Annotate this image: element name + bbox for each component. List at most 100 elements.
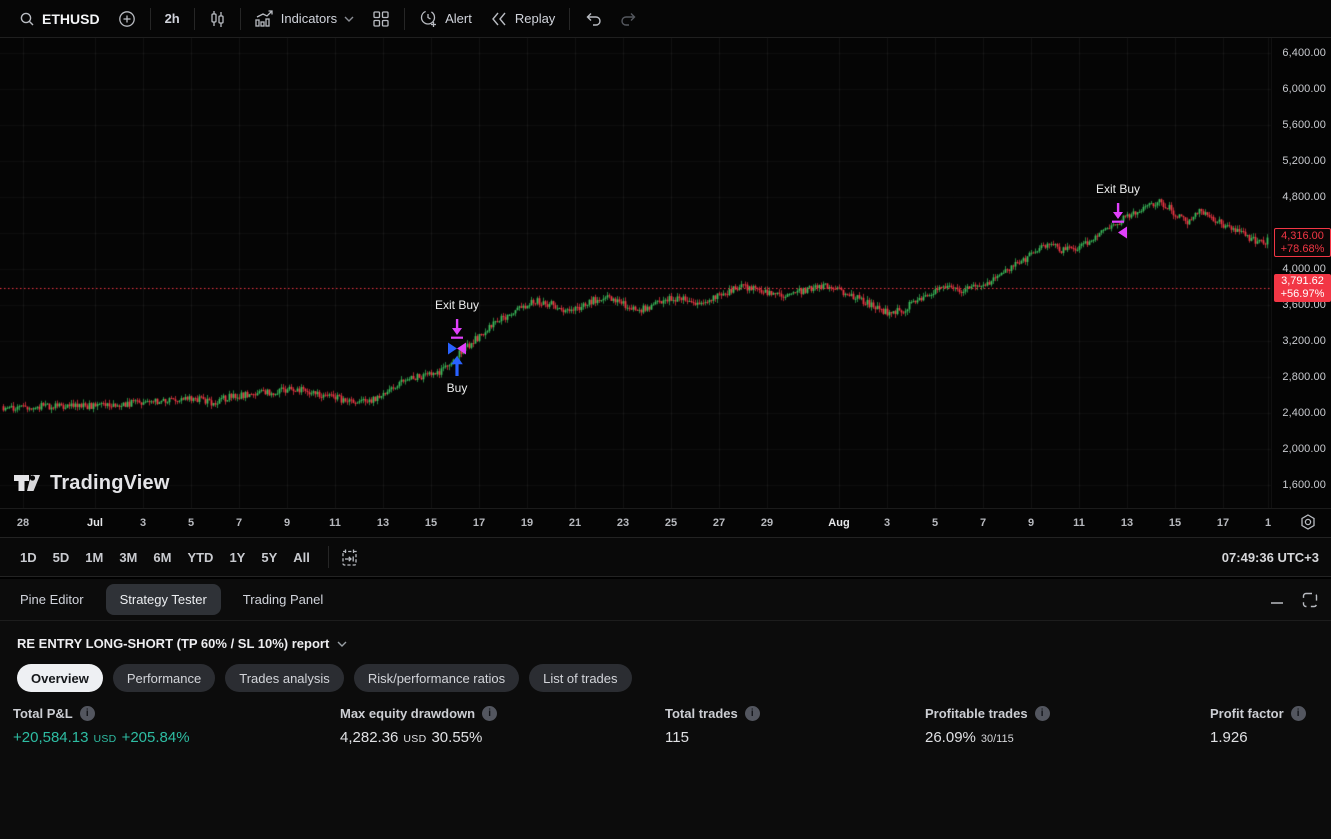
alert-clock-icon	[419, 9, 438, 28]
price-tick-label: 1,600.00	[1282, 479, 1326, 491]
stat-extra: +205.84%	[122, 729, 190, 746]
minimize-panel-icon[interactable]	[1269, 592, 1285, 608]
info-icon[interactable]: i	[1291, 706, 1306, 721]
toolbar-separator	[240, 8, 241, 30]
maximize-panel-icon[interactable]	[1301, 591, 1319, 609]
subtab-trades-analysis[interactable]: Trades analysis	[225, 664, 344, 692]
price-tick-label: 3,200.00	[1282, 335, 1326, 347]
date-tick-label: 9	[1028, 517, 1034, 529]
range-6m[interactable]: 6M	[145, 547, 179, 568]
compare-add-symbol-button[interactable]	[109, 5, 145, 33]
buy-label: Buy	[447, 381, 468, 395]
price-tick-label: 5,600.00	[1282, 119, 1326, 131]
last-price-value: 4,316.00	[1281, 230, 1324, 243]
subtab-overview[interactable]: Overview	[17, 664, 103, 692]
date-tick-label: 3	[140, 517, 146, 529]
interval-button[interactable]: 2h	[156, 5, 189, 33]
stat-max-drawdown: Max equity drawdowni 4,282.36 USD 30.55%	[340, 706, 497, 746]
chart-settings-icon[interactable]	[1297, 512, 1319, 534]
toolbar-separator	[404, 8, 405, 30]
stat-extra: 30.55%	[431, 729, 482, 746]
stat-label: Total trades	[665, 706, 738, 721]
date-tick-label: 1	[1265, 517, 1271, 529]
candlestick-icon	[209, 10, 226, 28]
stat-label: Profit factor	[1210, 706, 1284, 721]
tab-strategy-tester[interactable]: Strategy Tester	[106, 584, 221, 615]
clock-timezone[interactable]: 07:49:36 UTC+3	[1222, 550, 1319, 565]
date-tick-label: 28	[17, 517, 29, 529]
alert-label: Alert	[445, 11, 472, 26]
tab-trading-panel[interactable]: Trading Panel	[229, 584, 337, 615]
indicators-icon	[255, 10, 274, 28]
stat-total-trades: Total trades i 115	[665, 706, 760, 746]
subtab-risk-performance-ratios[interactable]: Risk/performance ratios	[354, 664, 519, 692]
info-icon[interactable]: i	[1035, 706, 1050, 721]
date-tick-label: 17	[1217, 517, 1229, 529]
overview-stats-row: Total P&Li +20,584.13 USD +205.84% Max e…	[0, 706, 1331, 764]
date-tick-label: Jul	[87, 517, 103, 529]
date-tick-label: 27	[713, 517, 725, 529]
date-tick-label: 5	[932, 517, 938, 529]
report-subtabs: Overview Performance Trades analysis Ris…	[0, 651, 1331, 692]
date-tick-label: 15	[425, 517, 437, 529]
undo-button[interactable]	[575, 5, 611, 33]
subtab-performance[interactable]: Performance	[113, 664, 215, 692]
price-tick-label: 6,400.00	[1282, 47, 1326, 59]
panel-tabs: Pine Editor Strategy Tester Trading Pane…	[0, 579, 1331, 621]
report-title-row[interactable]: RE ENTRY LONG-SHORT (TP 60% / SL 10%) re…	[0, 621, 1331, 651]
chart-area: TradingView Exit Buy BuyExit Buy 6,400.0…	[0, 38, 1331, 508]
price-line-value: 3,791.62	[1281, 275, 1324, 288]
range-3m[interactable]: 3M	[111, 547, 145, 568]
range-1m[interactable]: 1M	[77, 547, 111, 568]
info-icon[interactable]: i	[482, 706, 497, 721]
price-tick-label: 2,000.00	[1282, 443, 1326, 455]
symbol-label: ETHUSD	[42, 11, 100, 27]
replay-button[interactable]: Replay	[481, 5, 564, 33]
price-line-label: 3,791.62 +56.97%	[1274, 274, 1331, 302]
date-axis[interactable]: 28Jul357911131517192123252729Aug35791113…	[0, 508, 1331, 537]
price-tick-label: 2,800.00	[1282, 371, 1326, 383]
price-tick-label: 6,000.00	[1282, 83, 1326, 95]
price-tick-label: 4,800.00	[1282, 191, 1326, 203]
chevron-down-icon	[344, 16, 354, 22]
range-5d[interactable]: 5D	[45, 547, 78, 568]
range-1y[interactable]: 1Y	[221, 547, 253, 568]
report-chevron-down-icon[interactable]	[337, 641, 347, 647]
exit-buy-label: Exit Buy	[435, 298, 479, 312]
date-tick-label: Aug	[828, 517, 849, 529]
replay-rewind-icon	[490, 11, 508, 27]
time-toolbar: 1D 5D 1M 3M 6M YTD 1Y 5Y All 07:49:36 UT…	[0, 537, 1331, 577]
date-tick-label: 29	[761, 517, 773, 529]
interval-label: 2h	[165, 11, 180, 26]
timebar-separator	[328, 546, 329, 568]
info-icon[interactable]: i	[745, 706, 760, 721]
strategy-tester-panel: Pine Editor Strategy Tester Trading Pane…	[0, 577, 1331, 839]
symbol-search-button[interactable]: ETHUSD	[10, 5, 109, 33]
range-ytd[interactable]: YTD	[179, 547, 221, 568]
range-1d[interactable]: 1D	[12, 547, 45, 568]
indicators-button[interactable]: Indicators	[246, 5, 363, 33]
plus-circle-icon	[118, 10, 136, 28]
price-chart-canvas[interactable]	[0, 38, 1271, 508]
watermark-label: TradingView	[50, 472, 170, 495]
range-all[interactable]: All	[285, 547, 318, 568]
subtab-list-of-trades[interactable]: List of trades	[529, 664, 631, 692]
stat-value: 115	[665, 729, 689, 746]
date-tick-label: 9	[284, 517, 290, 529]
date-tick-label: 23	[617, 517, 629, 529]
chart-style-button[interactable]	[200, 5, 235, 33]
last-price-change: +78.68%	[1281, 243, 1325, 256]
last-price-label: 4,316.00 +78.68%	[1274, 228, 1331, 257]
tab-pine-editor[interactable]: Pine Editor	[6, 584, 98, 615]
date-tick-label: 21	[569, 517, 581, 529]
layout-grid-button[interactable]	[363, 5, 399, 33]
price-axis[interactable]: 6,400.006,000.005,600.005,200.004,800.00…	[1271, 38, 1331, 508]
go-to-date-icon[interactable]	[339, 547, 360, 568]
range-5y[interactable]: 5Y	[253, 547, 285, 568]
stat-label: Profitable trades	[925, 706, 1028, 721]
info-icon[interactable]: i	[80, 706, 95, 721]
tradingview-watermark: TradingView	[13, 471, 170, 495]
toolbar-separator	[150, 8, 151, 30]
redo-button[interactable]	[611, 5, 647, 33]
alert-button[interactable]: Alert	[410, 5, 481, 33]
